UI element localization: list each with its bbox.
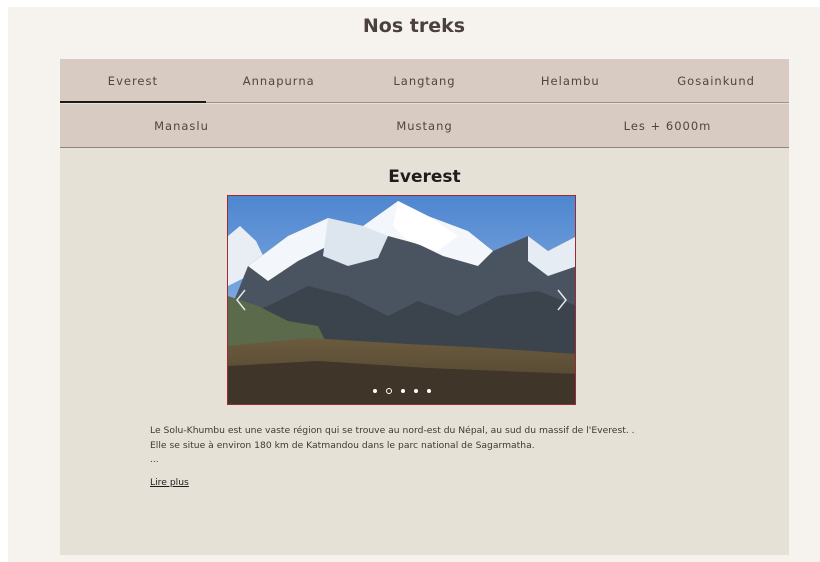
carousel-prev-button[interactable]	[231, 286, 251, 314]
trek-title: Everest	[388, 167, 461, 187]
tab-manaslu[interactable]: Manaslu	[60, 104, 303, 147]
description-ellipsis: ...	[150, 455, 159, 465]
tab-mustang[interactable]: Mustang	[303, 104, 546, 147]
tab-annapurna[interactable]: Annapurna	[206, 59, 352, 102]
chevron-right-icon	[557, 289, 567, 311]
image-carousel[interactable]	[227, 195, 576, 405]
treks-panel: Everest Annapurna Langtang Helambu Gosai…	[60, 59, 789, 555]
tab-everest[interactable]: Everest	[60, 59, 206, 103]
trek-description: Le Solu-Khumbu est une vaste région qui …	[150, 425, 635, 451]
tab-helambu[interactable]: Helambu	[497, 59, 643, 102]
carousel-dot-active[interactable]	[385, 388, 392, 394]
tabs-row-1: Everest Annapurna Langtang Helambu Gosai…	[60, 59, 789, 103]
read-more-link[interactable]: Lire plus	[150, 477, 189, 488]
tabs-row-2: Manaslu Mustang Les + 6000m	[60, 104, 789, 148]
carousel-dot[interactable]	[372, 389, 377, 393]
carousel-dots	[228, 388, 575, 394]
tab-les-6000m[interactable]: Les + 6000m	[546, 104, 789, 147]
tab-gosainkund[interactable]: Gosainkund	[643, 59, 789, 102]
mountain-photo	[228, 196, 575, 404]
tab-langtang[interactable]: Langtang	[352, 59, 498, 102]
chevron-left-icon	[236, 289, 246, 311]
page-title: Nos treks	[362, 15, 466, 37]
carousel-dot[interactable]	[400, 389, 405, 393]
page-container: Nos treks Everest Annapurna Langtang Hel…	[8, 7, 820, 562]
carousel-dot[interactable]	[426, 389, 431, 393]
carousel-dot[interactable]	[413, 389, 418, 393]
carousel-next-button[interactable]	[552, 286, 572, 314]
